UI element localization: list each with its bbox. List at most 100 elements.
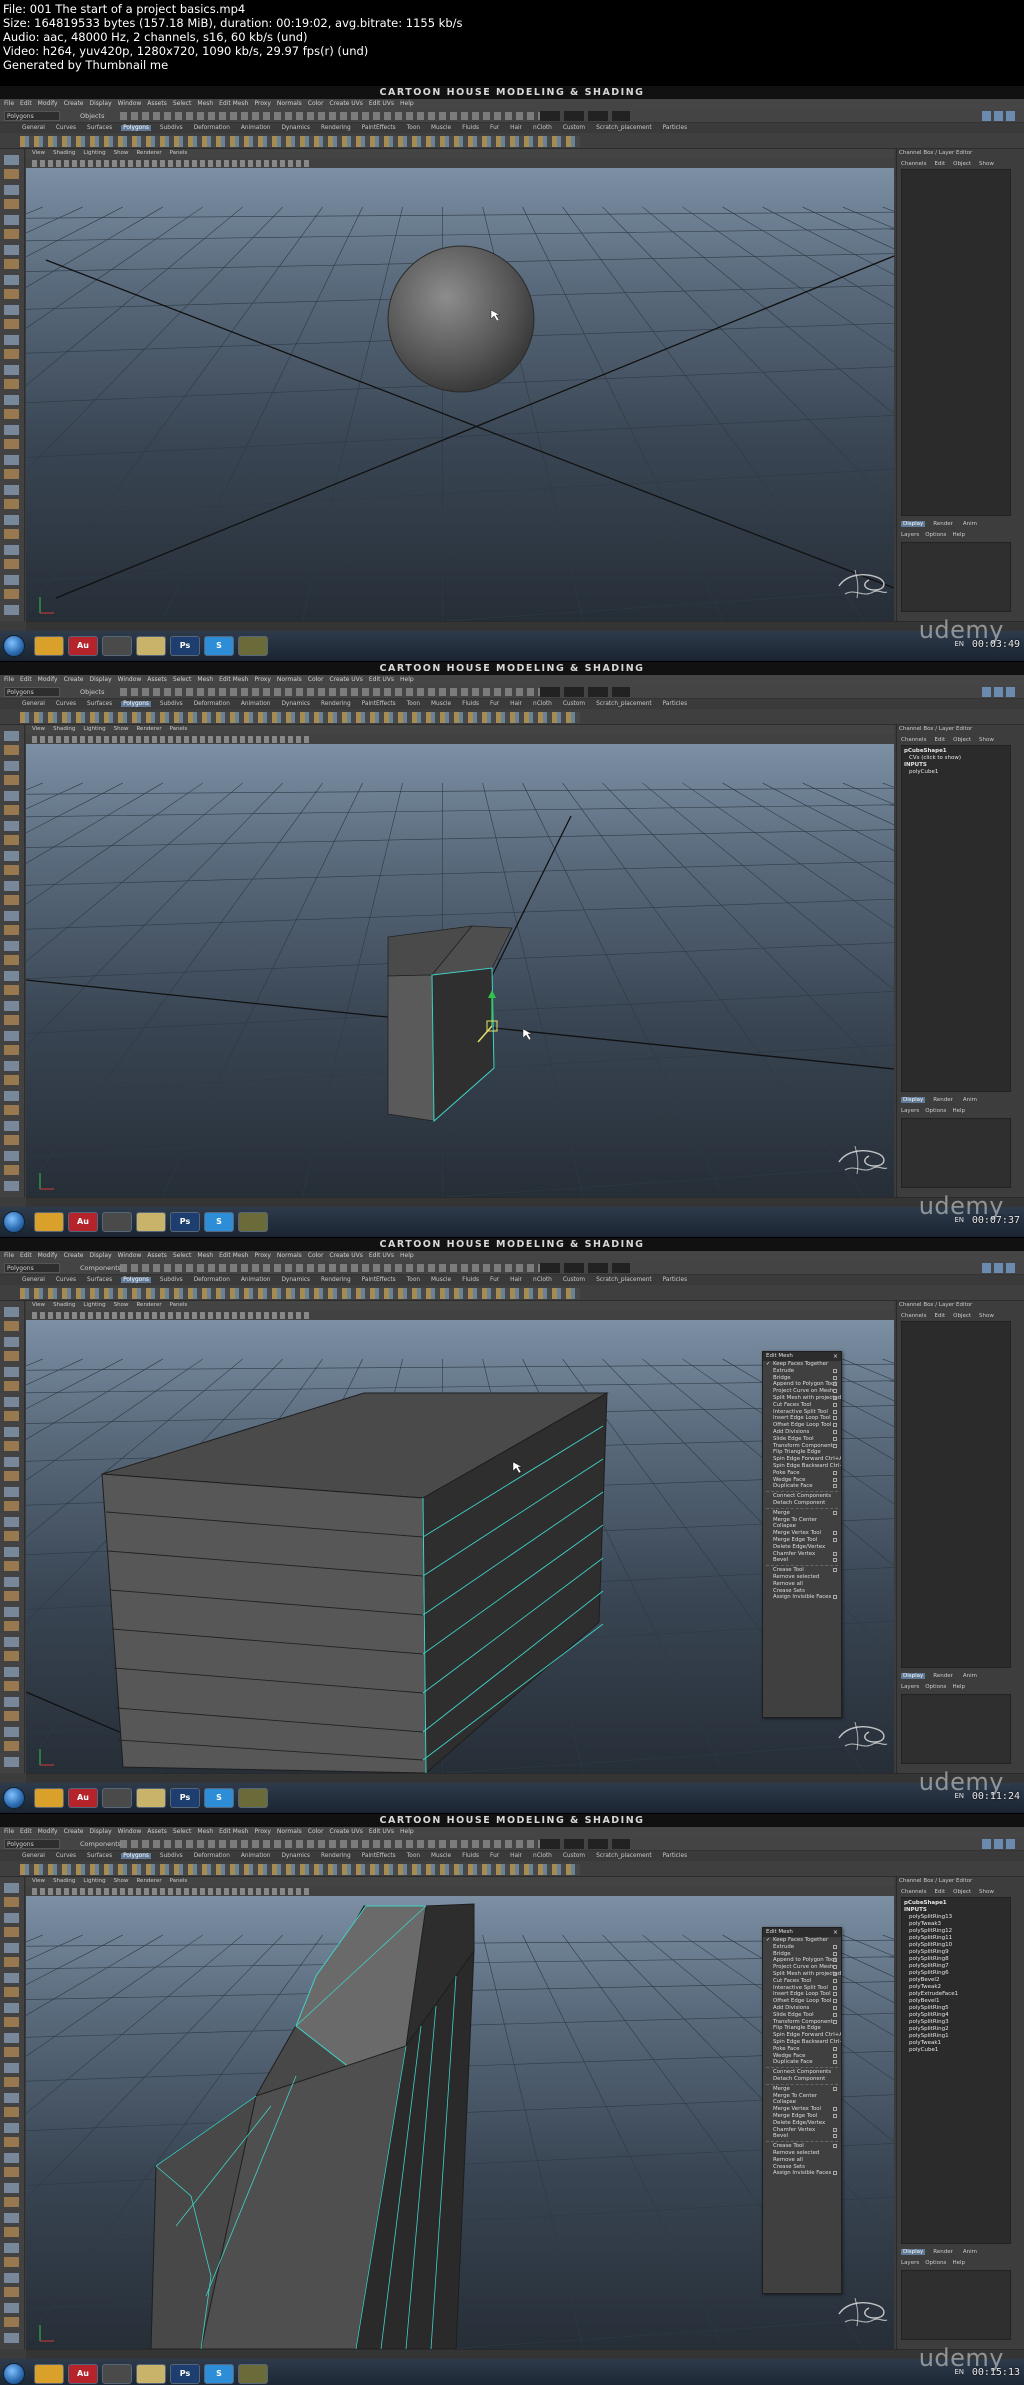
shelf-tab[interactable]: Fluids: [460, 1277, 481, 1283]
menubar-item[interactable]: Edit Mesh: [219, 1828, 248, 1835]
option-box-icon[interactable]: [833, 2171, 837, 2176]
layer-menu-item[interactable]: Options: [925, 1684, 946, 1690]
menubar-item[interactable]: Window: [118, 1828, 142, 1835]
option-box-icon[interactable]: [833, 1992, 837, 1997]
shelf-tab[interactable]: nCloth: [531, 1853, 554, 1859]
menu-item[interactable]: Bridge: [763, 1951, 841, 1958]
tool-icons[interactable]: [4, 1307, 19, 1767]
menubar-item[interactable]: File: [4, 1828, 14, 1835]
menu-item[interactable]: Delete Edge/Vertex: [763, 2120, 841, 2127]
option-box-icon[interactable]: [833, 1568, 837, 1573]
option-box-icon[interactable]: [833, 1999, 837, 2004]
menu-item[interactable]: Project Curve on Mesh: [763, 1964, 841, 1971]
shelf-tab[interactable]: General: [20, 1853, 47, 1859]
option-box-icon[interactable]: [833, 1436, 837, 1441]
shelf-tab[interactable]: Custom: [561, 701, 587, 707]
panel-menu-item[interactable]: Shading: [53, 150, 75, 156]
channel-box-entry[interactable]: polyTweak2: [904, 1984, 1008, 1991]
layer-menu-item[interactable]: Layers: [901, 532, 919, 538]
layer-list[interactable]: [901, 1694, 1011, 1764]
panel-toolbar-icons[interactable]: [32, 1312, 312, 1319]
time-slider[interactable]: [26, 2349, 1024, 2359]
taskbar-app-button[interactable]: S: [204, 636, 234, 656]
layer-tab[interactable]: Display: [901, 2249, 926, 2255]
channel-box-menu-item[interactable]: Object: [953, 1313, 971, 1319]
shelf-tab[interactable]: Deformation: [192, 1853, 232, 1859]
option-box-icon[interactable]: [833, 1965, 837, 1970]
panel-menu-item[interactable]: Renderer: [136, 150, 161, 156]
option-box-icon[interactable]: [833, 1971, 837, 1976]
menubar-item[interactable]: Normals: [277, 1252, 302, 1259]
channel-box-entry[interactable]: polySplitRing7: [904, 1963, 1008, 1970]
shelf-tab[interactable]: Fur: [488, 701, 501, 707]
channel-box-menu-item[interactable]: Edit: [934, 1889, 945, 1895]
option-box-icon[interactable]: [833, 1477, 837, 1482]
menubar-item[interactable]: Mesh: [197, 1252, 213, 1259]
layer-tab[interactable]: Render: [931, 1673, 955, 1679]
menubar-item[interactable]: Assets: [147, 676, 167, 683]
channel-box-entry[interactable]: polyTweak1: [904, 2040, 1008, 2047]
shelf-tab[interactable]: Subdivs: [158, 125, 185, 131]
menu-item[interactable]: Offset Edge Loop Tool: [763, 1998, 841, 2005]
shelf-tab[interactable]: PaintEffects: [360, 1277, 398, 1283]
shelf-tab[interactable]: PaintEffects: [360, 1853, 398, 1859]
menu-item[interactable]: Spin Edge Backward Ctrl+Alt+Left: [763, 1463, 841, 1470]
tool-icons[interactable]: [4, 155, 19, 615]
shelf-tab[interactable]: Deformation: [192, 1277, 232, 1283]
shelf-tab[interactable]: PaintEffects: [360, 125, 398, 131]
menu-item[interactable]: Crease Sets: [763, 1588, 841, 1595]
option-box-icon[interactable]: [833, 1443, 837, 1448]
panel-menu-item[interactable]: Show: [114, 150, 129, 156]
channel-box-entry[interactable]: polyCube1: [904, 769, 1008, 776]
menubar-item[interactable]: Window: [118, 100, 142, 107]
option-box-icon[interactable]: [833, 2005, 837, 2010]
menu-item[interactable]: Append to Polygon Tool: [763, 1957, 841, 1964]
menu-set-select[interactable]: Polygons: [4, 111, 60, 121]
menubar-item[interactable]: Modify: [38, 100, 58, 107]
channel-box-menu-item[interactable]: Edit: [934, 161, 945, 167]
option-box-icon[interactable]: [833, 2019, 837, 2024]
shelf-tab[interactable]: Subdivs: [158, 701, 185, 707]
menu-item[interactable]: Assign Invisible Faces: [763, 2170, 841, 2177]
perspective-viewport[interactable]: [26, 744, 894, 1197]
layer-tab[interactable]: Display: [901, 1673, 926, 1679]
layer-menu-item[interactable]: Help: [952, 1108, 965, 1114]
shelf-tab[interactable]: Subdivs: [158, 1277, 185, 1283]
channel-box-entry[interactable]: pCubeShape1: [904, 1900, 1008, 1907]
taskbar-app-button[interactable]: [34, 1212, 64, 1232]
taskbar-app-button[interactable]: [238, 1212, 268, 1232]
menubar-item[interactable]: Modify: [38, 676, 58, 683]
panel-toggle-icons[interactable]: [982, 687, 1018, 697]
option-box-icon[interactable]: [833, 1558, 837, 1563]
menubar-item[interactable]: Edit Mesh: [219, 100, 248, 107]
channel-box-menu-item[interactable]: Channels: [901, 1313, 926, 1319]
channel-box-menu-item[interactable]: Channels: [901, 161, 926, 167]
channel-box-entry[interactable]: polySplitRing3: [904, 2019, 1008, 2026]
menu-item[interactable]: Append to Polygon Tool: [763, 1381, 841, 1388]
channel-box-menu-item[interactable]: Show: [979, 737, 994, 743]
shelf-tool-icons[interactable]: [20, 712, 580, 723]
menubar-item[interactable]: Create UVs: [329, 1828, 362, 1835]
menubar-item[interactable]: Create: [64, 676, 84, 683]
option-box-icon[interactable]: [833, 1416, 837, 1421]
menubar-item[interactable]: Modify: [38, 1252, 58, 1259]
shelf-tab[interactable]: Muscle: [429, 701, 453, 707]
channel-box-entry[interactable]: polySplitRing12: [904, 1928, 1008, 1935]
polygon-cube[interactable]: [387, 925, 513, 1123]
shelf-tool-icons[interactable]: [20, 1288, 580, 1299]
menu-item[interactable]: Spin Edge Backward Ctrl+Alt+Left: [763, 2039, 841, 2046]
channel-box-menu-item[interactable]: Show: [979, 1889, 994, 1895]
menu-item[interactable]: Remove selected: [763, 1574, 841, 1581]
layer-tab[interactable]: Anim: [961, 1673, 979, 1679]
shelf-tab[interactable]: Rendering: [319, 1853, 353, 1859]
option-box-icon[interactable]: [833, 2113, 837, 2118]
channel-box-menu-item[interactable]: Object: [953, 161, 971, 167]
menubar-item[interactable]: File: [4, 100, 14, 107]
menubar-item[interactable]: Select: [173, 1252, 192, 1259]
layer-tab[interactable]: Anim: [961, 2249, 979, 2255]
menu-item[interactable]: Detach Component: [763, 2076, 841, 2083]
start-button[interactable]: [3, 1211, 25, 1233]
option-box-icon[interactable]: [833, 1531, 837, 1536]
menu-item[interactable]: Project Curve on Mesh: [763, 1388, 841, 1395]
menubar-item[interactable]: File: [4, 676, 14, 683]
